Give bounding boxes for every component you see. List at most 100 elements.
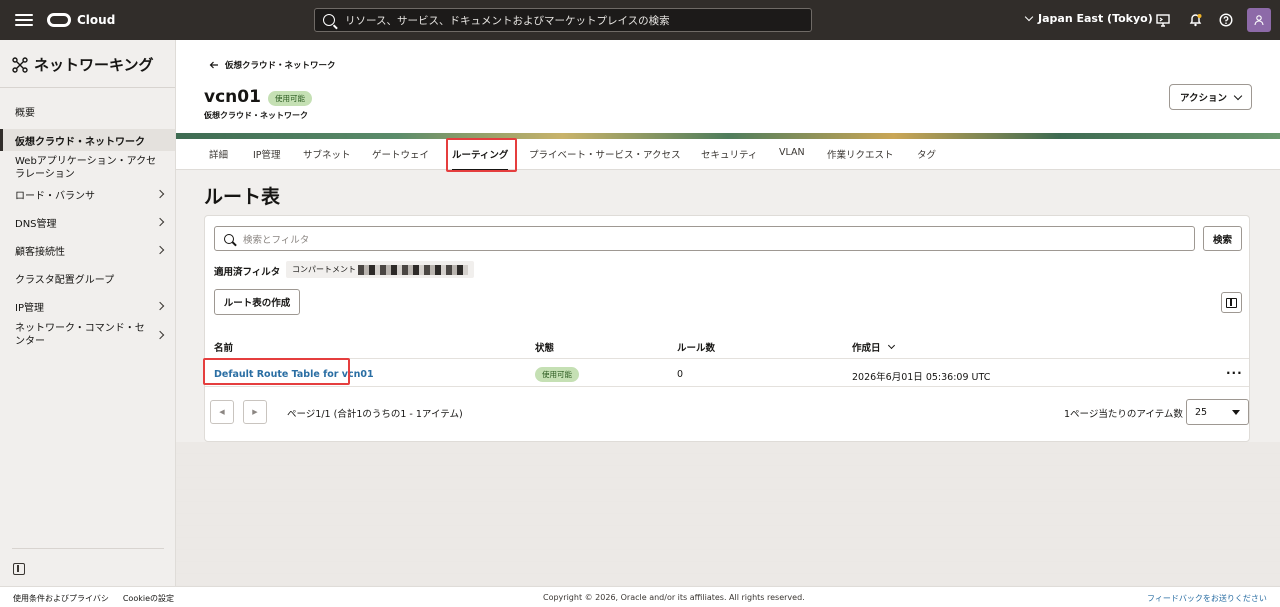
chevron-right-icon <box>155 245 165 255</box>
sidebar-item-cluster-placement[interactable]: クラスタ配置グループ <box>0 269 175 287</box>
sidebar-item-label: IP管理 <box>15 302 44 314</box>
page-header: 仮想クラウド・ネットワーク vcn01 使用可能 仮想クラウド・ネットワーク ア… <box>176 40 1280 136</box>
chevron-down-icon <box>1233 91 1243 100</box>
tab-work-requests[interactable]: 作業リクエスト <box>827 147 894 161</box>
column-header-created-label: 作成日 <box>852 343 881 354</box>
sidebar-item-ip-management[interactable]: IP管理 <box>0 297 175 315</box>
tab-private-service-access[interactable]: プライベート・サービス・アクセス <box>529 147 681 161</box>
global-search-placeholder: リソース、サービス、ドキュメントおよびマーケットプレイスの検索 <box>345 14 670 27</box>
sidebar-item-customer-connectivity[interactable]: 顧客接続性 <box>0 241 175 259</box>
chevron-right-icon <box>155 189 165 199</box>
tab-vlan[interactable]: VLAN <box>779 147 805 158</box>
sidebar-item-label: 仮想クラウド・ネットワーク <box>15 136 145 148</box>
main-content: 仮想クラウド・ネットワーク vcn01 使用可能 仮想クラウド・ネットワーク ア… <box>176 40 1280 586</box>
status-badge: 使用可能 <box>268 91 312 106</box>
sidebar-item-dns[interactable]: DNS管理 <box>0 213 175 231</box>
cookie-settings-link[interactable]: Cookieの設定 <box>123 593 174 604</box>
tab-subnets[interactable]: サブネット <box>303 147 351 161</box>
column-header-rule-count[interactable]: ルール数 <box>677 340 715 354</box>
sidebar-item-label: ロード・バランサ <box>15 190 95 202</box>
create-route-table-button[interactable]: ルート表の作成 <box>214 289 300 315</box>
sidebar-item-vcn[interactable]: 仮想クラウド・ネットワーク <box>0 129 175 151</box>
background-pattern <box>176 442 1280 586</box>
back-link[interactable]: 仮想クラウド・ネットワーク <box>209 59 336 71</box>
header-divider <box>205 358 1249 359</box>
row-actions-icon[interactable]: ··· <box>1226 366 1243 380</box>
collapse-sidebar-icon[interactable] <box>13 563 25 575</box>
items-per-page-label: 1ページ当たりのアイテム数 <box>1064 409 1183 420</box>
brand-label: Cloud <box>77 13 116 27</box>
search-filter-input[interactable]: 検索とフィルタ <box>214 226 1195 251</box>
column-header-state[interactable]: 状態 <box>535 340 554 354</box>
column-settings-button[interactable] <box>1221 292 1242 313</box>
sidebar: ネットワーキング 概要 仮想クラウド・ネットワーク Webアプリケーション・アク… <box>0 40 176 586</box>
pagination-summary: ページ1/1 (合計1のうちの1 - 1アイテム) <box>287 409 463 420</box>
help-icon[interactable] <box>1218 12 1234 28</box>
sidebar-item-label: 顧客接続性 <box>15 246 65 258</box>
table-row-state: 使用可能 <box>535 367 579 382</box>
sidebar-item-overview[interactable]: 概要 <box>0 102 175 120</box>
chevron-down-icon <box>1024 12 1034 22</box>
section-heading: ルート表 <box>204 186 281 208</box>
region-selector[interactable]: Japan East (Tokyo) <box>1024 12 1153 25</box>
column-header-name[interactable]: 名前 <box>214 340 233 354</box>
sidebar-item-label: Webアプリケーション・アクセラレーション <box>15 156 157 180</box>
sidebar-item-label: ネットワーク・コマンド・センター <box>15 323 145 347</box>
back-link-label: 仮想クラウド・ネットワーク <box>225 61 336 71</box>
copyright-text: Copyright © 2026, Oracle and/or its affi… <box>543 593 805 602</box>
table-row-created: 2026年6月01日 05:36:09 UTC <box>852 372 991 383</box>
terms-privacy-link[interactable]: 使用条件およびプライバシ <box>13 593 109 604</box>
sidebar-item-load-balancer[interactable]: ロード・バランサ <box>0 185 175 203</box>
search-button[interactable]: 検索 <box>1203 226 1242 251</box>
tab-gateways[interactable]: ゲートウェイ <box>372 147 429 161</box>
notifications-bell-icon[interactable] <box>1187 12 1203 28</box>
actions-button-label: アクション <box>1179 93 1228 104</box>
chevron-right-icon <box>155 330 165 340</box>
arrow-left-icon <box>209 61 218 69</box>
applied-filters-label: 適用済フィルタ <box>214 267 281 278</box>
menu-icon[interactable] <box>15 14 33 26</box>
sidebar-item-label: クラスタ配置グループ <box>15 274 115 286</box>
feedback-link[interactable]: フィードバックをお送りください <box>1147 593 1267 604</box>
networking-icon <box>12 56 28 73</box>
chevron-right-icon <box>155 301 165 311</box>
top-bar: Cloud リソース、サービス、ドキュメントおよびマーケットプレイスの検索 Ja… <box>0 0 1280 40</box>
filter-chip-label: コンパートメント <box>292 265 356 274</box>
sidebar-item-label: 概要 <box>15 107 35 119</box>
redacted-compartment <box>358 264 468 275</box>
sidebar-divider <box>0 87 175 88</box>
tab-ip-management[interactable]: IP管理 <box>253 147 281 161</box>
tab-details[interactable]: 詳細 <box>209 147 228 161</box>
chevron-right-icon <box>155 217 165 227</box>
user-avatar[interactable] <box>1247 8 1271 32</box>
region-label: Japan East (Tokyo) <box>1038 12 1153 25</box>
cloud-shell-icon[interactable] <box>1155 12 1171 28</box>
sidebar-item-waa[interactable]: Webアプリケーション・アクセラレーション <box>0 154 175 182</box>
tab-tags[interactable]: タグ <box>917 147 936 161</box>
actions-button[interactable]: アクション <box>1169 84 1252 110</box>
columns-icon <box>1226 297 1237 308</box>
items-per-page-select[interactable]: 25 <box>1186 399 1249 425</box>
dropdown-arrow-icon <box>1232 409 1240 415</box>
tab-highlight-box <box>446 138 517 172</box>
page-title: vcn01 <box>204 87 261 107</box>
sort-chevron-icon <box>887 341 895 350</box>
prev-page-button[interactable]: ◀ <box>210 400 234 424</box>
sidebar-item-network-command-center[interactable]: ネットワーク・コマンド・センター <box>0 321 175 349</box>
oracle-cloud-logo[interactable]: Cloud <box>47 13 115 27</box>
table-row-rule-count: 0 <box>677 369 684 380</box>
next-page-button[interactable]: ▶ <box>243 400 267 424</box>
oracle-logo-icon <box>47 13 71 27</box>
sidebar-title-label: ネットワーキング <box>34 56 154 74</box>
search-filter-placeholder: 検索とフィルタ <box>243 234 310 246</box>
compartment-filter-chip[interactable]: コンパートメント <box>286 261 474 278</box>
footer: 使用条件およびプライバシ Cookieの設定 Copyright © 2026,… <box>0 586 1280 607</box>
tab-security[interactable]: セキュリティ <box>701 147 757 161</box>
sidebar-title: ネットワーキング <box>12 54 154 75</box>
route-table-card: 検索とフィルタ 検索 適用済フィルタ コンパートメント ルート表の作成 名前 状… <box>203 215 1250 442</box>
sidebar-item-label: DNS管理 <box>15 218 57 230</box>
column-header-created[interactable]: 作成日 <box>852 340 895 354</box>
row-divider <box>205 386 1249 387</box>
tab-bar: 詳細 IP管理 サブネット ゲートウェイ ルーティング プライベート・サービス・… <box>176 139 1280 171</box>
global-search-input[interactable]: リソース、サービス、ドキュメントおよびマーケットプレイスの検索 <box>314 8 812 32</box>
